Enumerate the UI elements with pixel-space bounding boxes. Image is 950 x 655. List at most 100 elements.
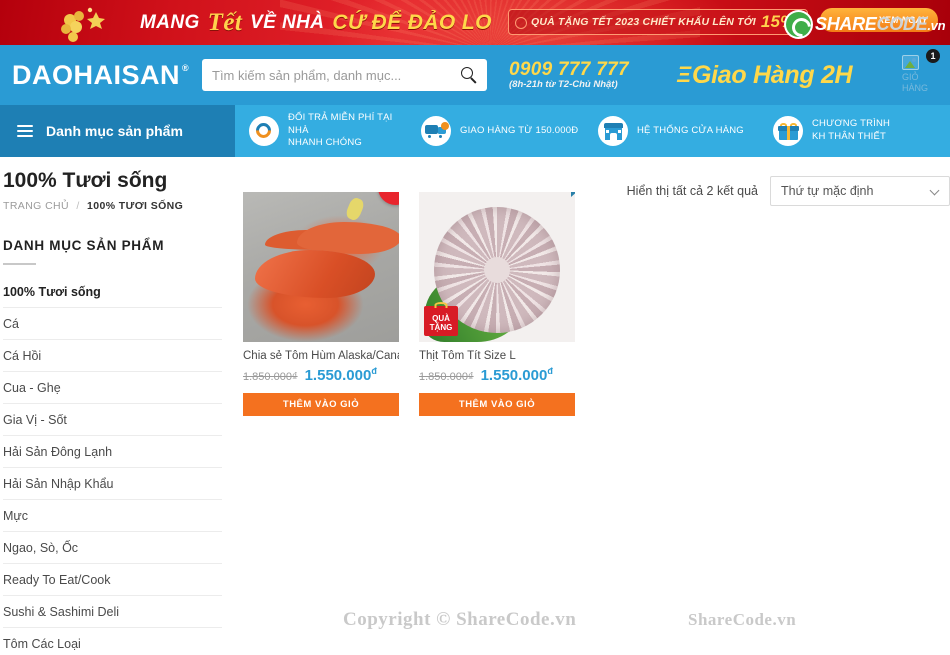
sort-dropdown-value: Thứ tự mặc định	[781, 184, 874, 198]
sidebar-item-ready-to-eat[interactable]: Ready To Eat/Cook	[3, 564, 222, 596]
sharecode-logo-part2: CODE	[876, 14, 928, 34]
feature-item-stores[interactable]: HỆ THỐNG CỬA HÀNG	[598, 116, 768, 146]
breadcrumb-home[interactable]: TRANG CHỦ	[3, 200, 69, 212]
product-card[interactable]: Sống QUÀ TẶNG Thịt Tôm Tít Size L 1.850.…	[419, 192, 575, 416]
lobster-photo	[243, 192, 399, 342]
badge-gift-line1: QUÀ	[432, 313, 450, 323]
badge-gift: QUÀ TẶNG	[424, 302, 458, 336]
feature-shipping-line1: GIAO HÀNG TỪ 150.000Đ	[460, 124, 579, 136]
feature-return-line1: ĐỔI TRẢ MIỄN PHÍ TẠI	[288, 111, 393, 123]
promo-banner[interactable]: MANG Tết VỀ NHÀ CỨ ĐỂ ĐẢO LO QUÀ TẶNG TẾ…	[0, 0, 950, 45]
breadcrumb-separator: /	[76, 200, 80, 212]
cart-widget[interactable]: GIỎ HÀNG 1	[902, 49, 942, 95]
search-box[interactable]	[202, 59, 487, 91]
promo-headline: MANG Tết VỀ NHÀ CỨ ĐỂ ĐẢO LO	[140, 4, 492, 42]
sidebar-item-cua-ghe[interactable]: Cua - Ghẹ	[3, 372, 222, 404]
category-menu-label: Danh mục sản phẩm	[46, 123, 183, 139]
cart-icon	[902, 55, 919, 70]
hotline-number: 0909 777 777	[509, 59, 629, 81]
product-title[interactable]: Chia sẻ Tôm Hùm Alaska/Cana...	[243, 350, 399, 362]
feature-item-shipping[interactable]: GIAO HÀNG TỪ 150.000Đ	[421, 116, 593, 146]
sidebar-item-ca-hoi[interactable]: Cá Hồi	[3, 340, 222, 372]
category-list: 100% Tươi sống Cá Cá Hồi Cua - Ghẹ Gia V…	[3, 276, 222, 655]
feature-item-loyalty[interactable]: CHƯƠNG TRÌNH KH THÂN THIẾT	[773, 116, 890, 146]
sidebar-item-sushi-sashimi[interactable]: Sushi & Sashimi Deli	[3, 596, 222, 628]
hotline[interactable]: 0909 777 777 (8h-21h từ T2-Chủ Nhật)	[509, 60, 629, 90]
truck-icon	[421, 116, 451, 146]
promo-word-tet: Tết	[207, 9, 243, 36]
product-old-price: 1.850.000₫	[419, 371, 474, 383]
feature-item-return[interactable]: ĐỔI TRẢ MIỄN PHÍ TẠI NHÀ NHANH CHÓNG	[249, 112, 416, 150]
product-new-price-value: 1.550.000	[480, 367, 548, 384]
breadcrumb: TRANG CHỦ / 100% TƯƠI SỐNG	[3, 200, 222, 212]
cart-count-badge: 1	[926, 49, 940, 63]
sidebar-item-tuoi-song[interactable]: 100% Tươi sống	[3, 276, 222, 308]
search-icon[interactable]	[461, 67, 477, 84]
gift-icon	[773, 116, 803, 146]
feature-return-line3: NHANH CHÓNG	[288, 137, 362, 149]
product-prices: 1.850.000₫ 1.550.000đ	[419, 366, 575, 384]
product-new-price-value: 1.550.000	[304, 367, 372, 384]
cart-label-line1: GIỎ	[902, 72, 919, 82]
sharecode-logo-part1: SHARE	[815, 14, 877, 34]
sidebar-item-muc[interactable]: Mực	[3, 500, 222, 532]
store-icon	[598, 116, 628, 146]
cart-label-line2: HÀNG	[902, 83, 929, 94]
product-new-price: 1.550.000đ	[481, 366, 553, 384]
sharecode-logo-part3: .vn	[927, 18, 946, 33]
gift-bow-icon	[434, 302, 448, 308]
product-currency: đ	[371, 366, 377, 376]
chevron-down-icon	[929, 185, 940, 196]
product-thumbnail[interactable]: Có 3 lựa chọn NEW	[243, 192, 399, 342]
equal-bars-icon: Ξ	[676, 62, 691, 87]
sidebar-item-hai-san-dong-lanh[interactable]: Hải Sản Đông Lạnh	[3, 436, 222, 468]
feature-list: ĐỔI TRẢ MIỄN PHÍ TẠI NHÀ NHANH CHÓNG GIA…	[235, 105, 950, 157]
product-new-price: 1.550.000đ	[305, 366, 377, 384]
product-currency: đ	[547, 366, 553, 376]
product-prices: 1.850.000₫ 1.550.000đ	[243, 366, 399, 384]
sharecode-watermark-logo: SHARECODE.vn	[786, 12, 946, 37]
sharecode-recycle-icon	[786, 12, 811, 37]
feature-loyalty-line2: KH THÂN THIẾT	[812, 131, 887, 142]
shrimp-fan-center	[484, 257, 510, 283]
nav-strip: Danh mục sản phẩm ĐỔI TRẢ MIỄN PHÍ TẠI N…	[0, 105, 950, 157]
page-title: 100% Tươi sống	[3, 169, 168, 192]
promo-discount-pill: QUÀ TẶNG TẾT 2023 CHIẾT KHẤU LÊN TỚI 15%	[508, 9, 809, 35]
feature-return-line2: NHÀ	[288, 124, 309, 136]
delivery-slogan[interactable]: Ξ Giao Hàng 2H	[677, 61, 853, 90]
product-main: Hiển thị tất cả 2 kết quả Thứ tự mặc địn…	[222, 162, 950, 655]
sidebar: 100% Tươi sống TRANG CHỦ / 100% TƯƠI SỐN…	[0, 162, 222, 655]
product-grid: Có 3 lựa chọn NEW Chia sẻ Tôm Hùm Alaska…	[243, 192, 950, 416]
product-card[interactable]: Có 3 lựa chọn NEW Chia sẻ Tôm Hùm Alaska…	[243, 192, 399, 416]
add-to-cart-button[interactable]: THÊM VÀO GIỎ	[419, 393, 575, 416]
page-root: MANG Tết VỀ NHÀ CỨ ĐỂ ĐẢO LO QUÀ TẶNG TẾ…	[0, 0, 950, 655]
sidebar-item-tom-cac-loai[interactable]: Tôm Các Loại	[3, 628, 222, 655]
sidebar-category-heading: DANH MỤC SẢN PHẨM	[3, 238, 165, 253]
add-to-cart-button[interactable]: THÊM VÀO GIỎ	[243, 393, 399, 416]
badge-gift-line2: TẶNG	[429, 323, 453, 332]
sidebar-item-ngao-so-oc[interactable]: Ngao, Sò, Ốc	[3, 532, 222, 564]
atom-icon	[515, 17, 527, 29]
site-logo-text: DAOHAISAN	[12, 59, 181, 90]
breadcrumb-current: 100% TƯƠI SỐNG	[87, 200, 184, 212]
apricot-blossom-icon	[61, 7, 105, 42]
content-area: 100% Tươi sống TRANG CHỦ / 100% TƯƠI SỐN…	[0, 157, 950, 655]
product-thumbnail[interactable]: Sống QUÀ TẶNG	[419, 192, 575, 342]
category-menu-button[interactable]: Danh mục sản phẩm	[0, 105, 235, 157]
site-header: DAOHAISAN ® 0909 777 777 (8h-21h từ T2-C…	[0, 45, 950, 105]
sidebar-item-ca[interactable]: Cá	[3, 308, 222, 340]
sidebar-heading-rule	[3, 263, 36, 265]
product-old-price: 1.850.000₫	[243, 371, 298, 383]
feature-loyalty-line1: CHƯƠNG TRÌNH	[812, 118, 891, 130]
site-logo[interactable]: DAOHAISAN ®	[12, 60, 202, 91]
product-title[interactable]: Thịt Tôm Tít Size L	[419, 350, 575, 362]
feature-stores-line1: HỆ THỐNG CỬA HÀNG	[637, 124, 744, 136]
sort-dropdown[interactable]: Thứ tự mặc định	[770, 176, 950, 206]
sidebar-item-gia-vi-sot[interactable]: Gia Vị - Sốt	[3, 404, 222, 436]
search-input[interactable]	[212, 67, 461, 83]
hotline-hours: (8h-21h từ T2-Chủ Nhật)	[509, 78, 618, 90]
delivery-slogan-text: Giao Hàng 2H	[692, 60, 853, 89]
promo-word-venha: VỀ NHÀ	[250, 12, 325, 33]
sidebar-item-hai-san-nhap-khau[interactable]: Hải Sản Nhập Khẩu	[3, 468, 222, 500]
site-logo-registered: ®	[182, 62, 190, 73]
